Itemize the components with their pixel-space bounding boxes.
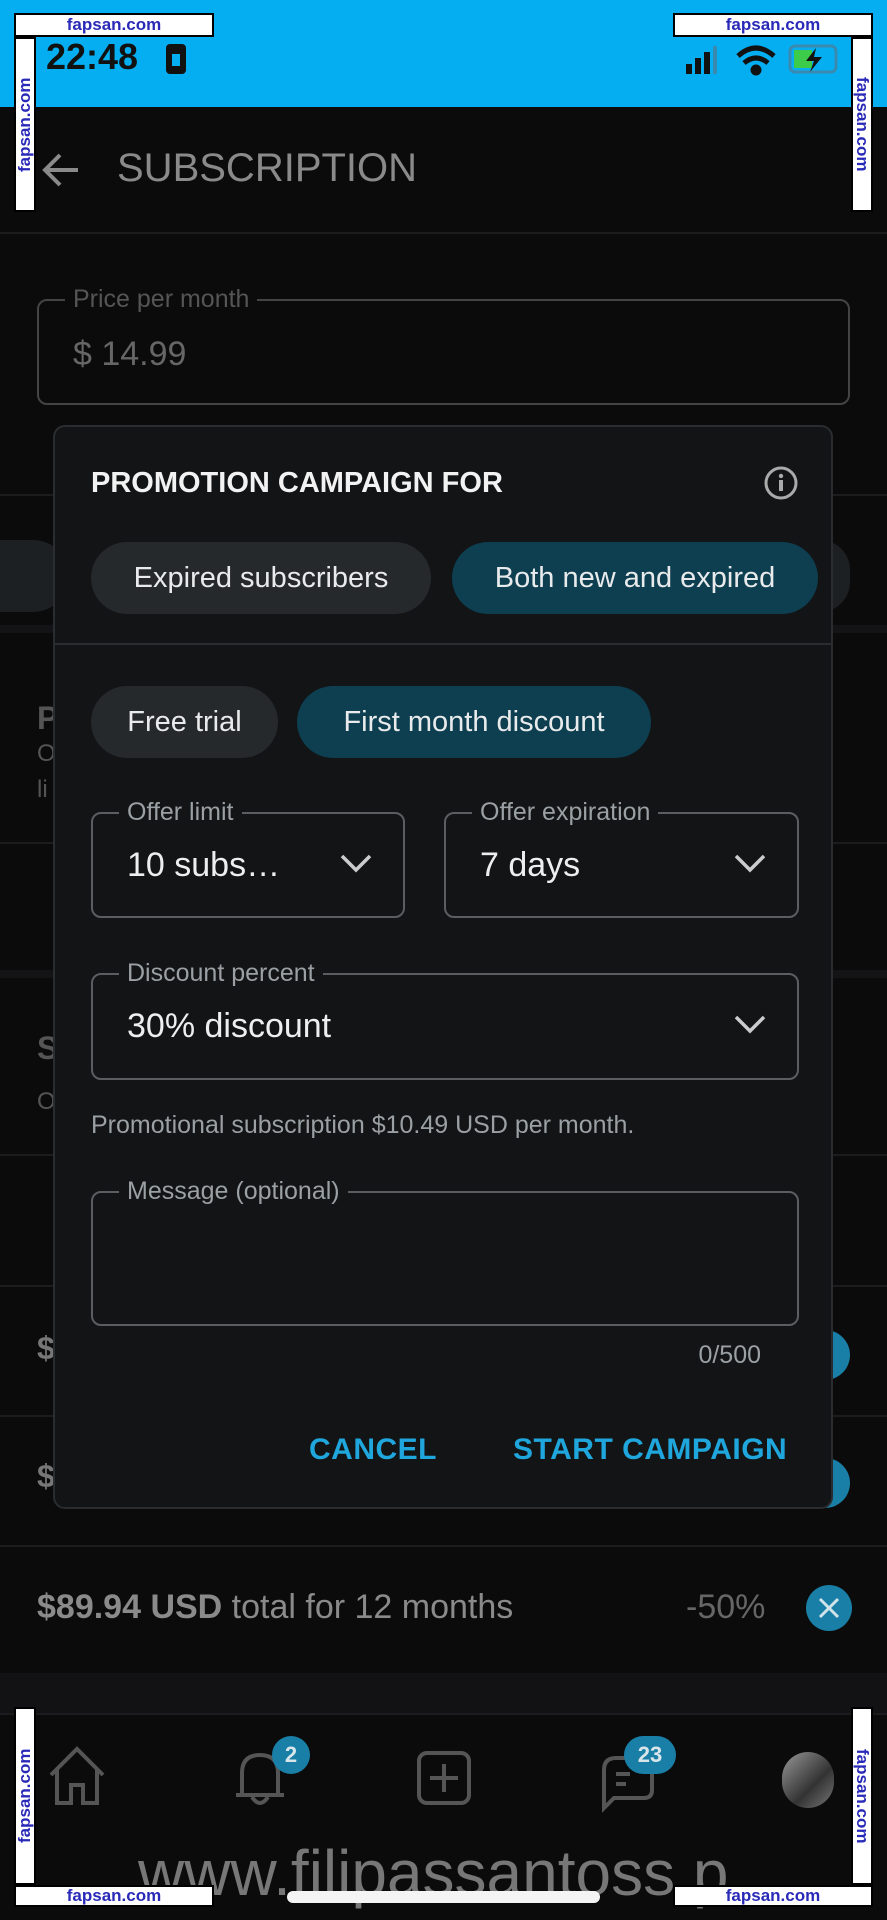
home-icon[interactable] bbox=[45, 1745, 109, 1809]
message-label: Message (optional) bbox=[119, 1177, 348, 1206]
battery-icon bbox=[788, 44, 838, 74]
remove-bundle-button[interactable] bbox=[806, 1585, 852, 1631]
bundle-discount: -50% bbox=[686, 1588, 766, 1626]
messages-badge: 23 bbox=[624, 1736, 676, 1774]
start-campaign-button[interactable]: START CAMPAIGN bbox=[513, 1433, 787, 1467]
bg-fragment: li bbox=[37, 776, 48, 803]
chevron-down-icon bbox=[340, 854, 372, 873]
dialog-title: PROMOTION CAMPAIGN FOR bbox=[91, 467, 503, 499]
watermark: fapsan.com bbox=[673, 1885, 873, 1907]
system-icons bbox=[686, 44, 838, 76]
watermark: fapsan.com bbox=[14, 13, 214, 37]
price-field[interactable]: Price per month $ 14.99 bbox=[37, 285, 850, 405]
offer-expiration-select[interactable]: Offer expiration 7 days bbox=[444, 798, 799, 918]
price-value: $ 14.99 bbox=[73, 335, 187, 373]
page-title: SUBSCRIPTION bbox=[117, 146, 418, 190]
add-post-icon[interactable] bbox=[416, 1750, 472, 1806]
chip-first-month-discount[interactable]: First month discount bbox=[297, 686, 651, 758]
offer-expiration-label: Offer expiration bbox=[472, 798, 659, 827]
watermark: fapsan.com bbox=[14, 37, 36, 212]
watermark: fapsan.com bbox=[14, 1707, 36, 1885]
status-time: 22:48 bbox=[46, 36, 139, 77]
home-indicator[interactable] bbox=[287, 1891, 600, 1903]
offer-expiration-value: 7 days bbox=[480, 846, 581, 884]
chip-expired-subscribers[interactable]: Expired subscribers bbox=[91, 542, 431, 614]
offer-limit-value: 10 subs… bbox=[127, 846, 281, 884]
back-arrow-icon[interactable] bbox=[40, 150, 82, 190]
message-input[interactable]: Message (optional) bbox=[91, 1177, 799, 1326]
watermark: fapsan.com bbox=[851, 37, 873, 212]
watermark: fapsan.com bbox=[14, 1885, 214, 1907]
offer-limit-label: Offer limit bbox=[119, 798, 242, 827]
watermark: fapsan.com bbox=[673, 13, 873, 37]
price-label: Price per month bbox=[65, 285, 258, 314]
offer-limit-select[interactable]: Offer limit 10 subs… bbox=[91, 798, 405, 918]
chip-both-new-and-expired[interactable]: Both new and expired bbox=[452, 542, 818, 614]
watermark: fapsan.com bbox=[851, 1707, 873, 1885]
discount-percent-value: 30% discount bbox=[127, 1007, 332, 1045]
avatar[interactable] bbox=[782, 1752, 834, 1808]
message-counter: 0/500 bbox=[698, 1341, 761, 1369]
discount-percent-label: Discount percent bbox=[119, 959, 323, 988]
bundle-total: $89.94 USD bbox=[37, 1588, 223, 1626]
wifi-icon bbox=[736, 45, 776, 76]
promotion-campaign-dialog: PROMOTION CAMPAIGN FOR Expired subscribe… bbox=[53, 425, 833, 1509]
bundle-suffix: total for 12 months bbox=[222, 1588, 514, 1626]
close-icon bbox=[818, 1597, 840, 1619]
chip-free-trial[interactable]: Free trial bbox=[91, 686, 278, 758]
portrait-lock-icon bbox=[166, 44, 186, 74]
notifications-badge: 2 bbox=[272, 1736, 310, 1774]
info-icon[interactable] bbox=[763, 465, 799, 501]
cancel-button[interactable]: CANCEL bbox=[309, 1433, 437, 1467]
discount-percent-select[interactable]: Discount percent 30% discount bbox=[91, 959, 799, 1080]
bundle-row-12-months: $89.94 USD total for 12 months bbox=[37, 1588, 513, 1627]
signal-icon bbox=[686, 46, 717, 74]
chevron-down-icon bbox=[734, 854, 766, 873]
chevron-down-icon bbox=[734, 1015, 766, 1034]
promo-summary: Promotional subscription $10.49 USD per … bbox=[91, 1111, 635, 1139]
